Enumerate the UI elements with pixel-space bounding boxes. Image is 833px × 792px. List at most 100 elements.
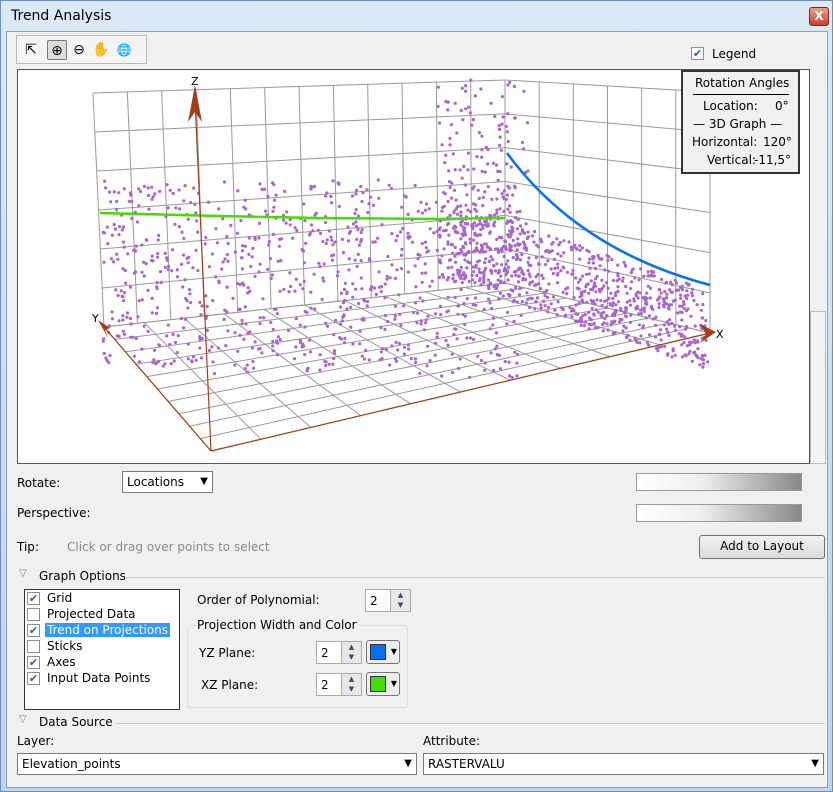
option-axes[interactable]: ✔ Axes [25, 655, 179, 671]
zoom-in-icon[interactable]: ⊕ [47, 40, 67, 60]
data-point [446, 199, 450, 204]
data-point [217, 207, 221, 211]
data-point [272, 307, 277, 311]
option-checkbox[interactable]: ✔ [27, 656, 40, 669]
pan-hand-icon[interactable]: ✋ [91, 40, 111, 60]
data-point [547, 250, 551, 254]
data-point [516, 237, 520, 241]
data-point [423, 262, 427, 266]
globe-icon[interactable]: 🌐 [114, 40, 134, 60]
data-point [322, 262, 326, 266]
option-sticks[interactable]: Sticks [25, 639, 179, 655]
option-trend-on-projections[interactable]: ✔ Trend on Projections [25, 623, 179, 639]
zoom-out-icon[interactable]: ⊖ [69, 40, 89, 60]
option-checkbox[interactable]: ✔ [27, 624, 40, 637]
order-spinner[interactable]: 2 ▲ ▼ [365, 589, 411, 612]
spin-arrows-icon[interactable]: ▲ ▼ [341, 674, 361, 695]
rotate-slider[interactable] [636, 473, 802, 491]
data-point [527, 263, 531, 267]
data-point [583, 312, 588, 317]
xz-width-spinner[interactable]: 2 ▲ ▼ [316, 673, 362, 696]
data-point [497, 124, 501, 128]
data-point [263, 187, 267, 191]
data-point [134, 336, 138, 341]
data-point [331, 258, 335, 262]
data-point [124, 281, 128, 285]
data-point [397, 341, 401, 345]
add-to-layout-button[interactable]: Add to Layout [699, 535, 825, 559]
data-point [657, 287, 661, 291]
data-point [583, 320, 588, 324]
data-point [464, 107, 468, 111]
data-point [419, 200, 423, 204]
data-point [293, 226, 297, 230]
data-point [509, 232, 513, 236]
data-point [215, 241, 219, 245]
data-point [117, 233, 121, 237]
option-checkbox[interactable]: ✔ [27, 592, 40, 605]
attribute-dropdown[interactable]: RASTERVALU ▼ [423, 753, 824, 775]
legend-checkbox[interactable]: ✔ [691, 47, 704, 60]
collapse-triangle-icon[interactable]: ▽ [19, 568, 27, 579]
data-point [451, 273, 455, 277]
option-projected-data[interactable]: Projected Data [25, 607, 179, 623]
data-point [353, 212, 357, 216]
option-checkbox[interactable]: ✔ [27, 672, 40, 685]
spin-arrows-icon[interactable]: ▲ ▼ [390, 590, 410, 611]
layer-dropdown[interactable]: Elevation_points ▼ [17, 753, 417, 775]
x-axis-arrow-icon [700, 324, 716, 343]
data-point [151, 195, 155, 199]
data-point [340, 237, 344, 241]
data-point [495, 163, 499, 167]
data-point [243, 244, 247, 248]
data-point [394, 340, 398, 344]
data-point [651, 307, 655, 311]
select-tool-icon[interactable]: ⇱ [21, 40, 41, 60]
data-point [271, 209, 275, 213]
data-point [592, 255, 596, 259]
data-point [152, 358, 156, 362]
data-point [552, 257, 557, 261]
data-point [496, 178, 500, 182]
close-button[interactable]: X [809, 7, 829, 26]
data-point [495, 211, 499, 215]
collapse-triangle-icon[interactable]: ▽ [19, 714, 27, 725]
data-point [121, 329, 125, 333]
data-point [587, 322, 592, 326]
xz-color-picker[interactable]: ▼ [366, 672, 400, 696]
data-point [379, 290, 383, 294]
option-checkbox[interactable] [27, 608, 40, 621]
data-point [456, 252, 460, 256]
data-point [170, 248, 175, 252]
data-point [121, 267, 125, 271]
spin-arrows-icon[interactable]: ▲ ▼ [341, 642, 361, 663]
data-point [176, 334, 180, 338]
data-point [357, 302, 361, 306]
option-input-data-points[interactable]: ✔ Input Data Points [25, 671, 179, 687]
option-grid[interactable]: ✔ Grid [25, 591, 179, 607]
data-point [598, 264, 602, 268]
data-point [399, 267, 404, 271]
yz-color-picker[interactable]: ▼ [366, 640, 400, 664]
data-point [423, 208, 427, 212]
data-point [662, 297, 666, 301]
data-point [539, 303, 543, 307]
data-point [555, 313, 559, 317]
data-point [488, 230, 492, 234]
data-point [493, 269, 497, 273]
yz-width-spinner[interactable]: 2 ▲ ▼ [316, 641, 362, 664]
data-point [468, 375, 472, 379]
perspective-slider[interactable] [636, 504, 802, 522]
data-point [342, 341, 347, 345]
data-point [416, 257, 420, 261]
data-point [248, 289, 252, 293]
data-point [250, 346, 254, 350]
data-point [698, 363, 702, 367]
rotate-dropdown[interactable]: Locations ▼ [122, 471, 213, 493]
data-point [553, 308, 557, 312]
vertical-slider[interactable] [810, 311, 826, 464]
data-point [243, 367, 247, 371]
data-point [501, 115, 505, 119]
data-point [469, 78, 473, 82]
option-checkbox[interactable] [27, 640, 40, 653]
